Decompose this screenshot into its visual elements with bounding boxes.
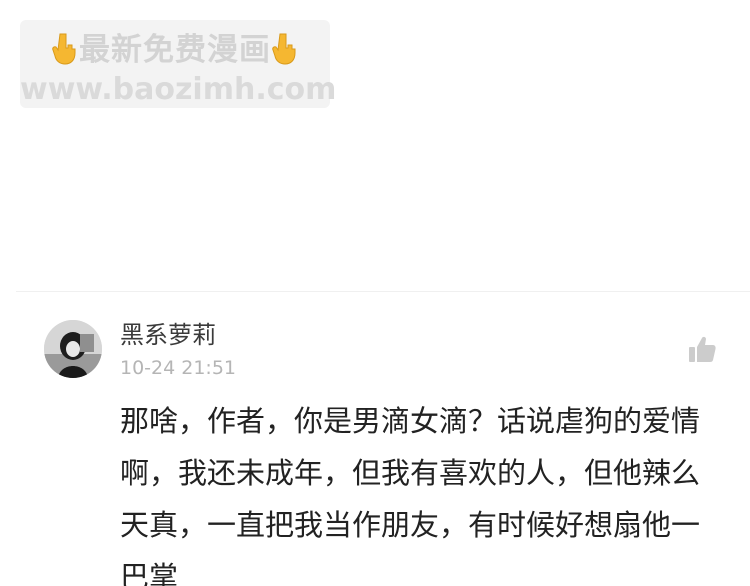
pointing-down-hand-icon bbox=[272, 33, 296, 65]
section-divider bbox=[16, 291, 750, 292]
comment-page: 最新免费漫画 www.baozimh.com 黑系萝莉 10-24 21:51 … bbox=[0, 0, 750, 586]
pointing-down-hand-icon bbox=[52, 33, 76, 65]
comment-body: 那啥，作者，你是男滴女滴？话说虐狗的爱情啊，我还未成年，但我有喜欢的人，但他辣么… bbox=[120, 404, 701, 586]
user-avatar[interactable] bbox=[44, 320, 102, 378]
comment-timestamp: 10-24 21:51 bbox=[120, 357, 237, 379]
watermark-url: www.baozimh.com bbox=[20, 72, 337, 107]
watermark-title: 最新免费漫画 bbox=[79, 32, 271, 68]
thumbs-up-icon bbox=[689, 336, 716, 362]
watermark-banner: 最新免费漫画 www.baozimh.com bbox=[20, 20, 337, 108]
avatar-image bbox=[44, 320, 102, 378]
comment-username[interactable]: 黑系萝莉 bbox=[120, 320, 216, 350]
like-button[interactable] bbox=[686, 333, 718, 365]
watermark-title-row: 最新免费漫画 bbox=[20, 30, 330, 70]
